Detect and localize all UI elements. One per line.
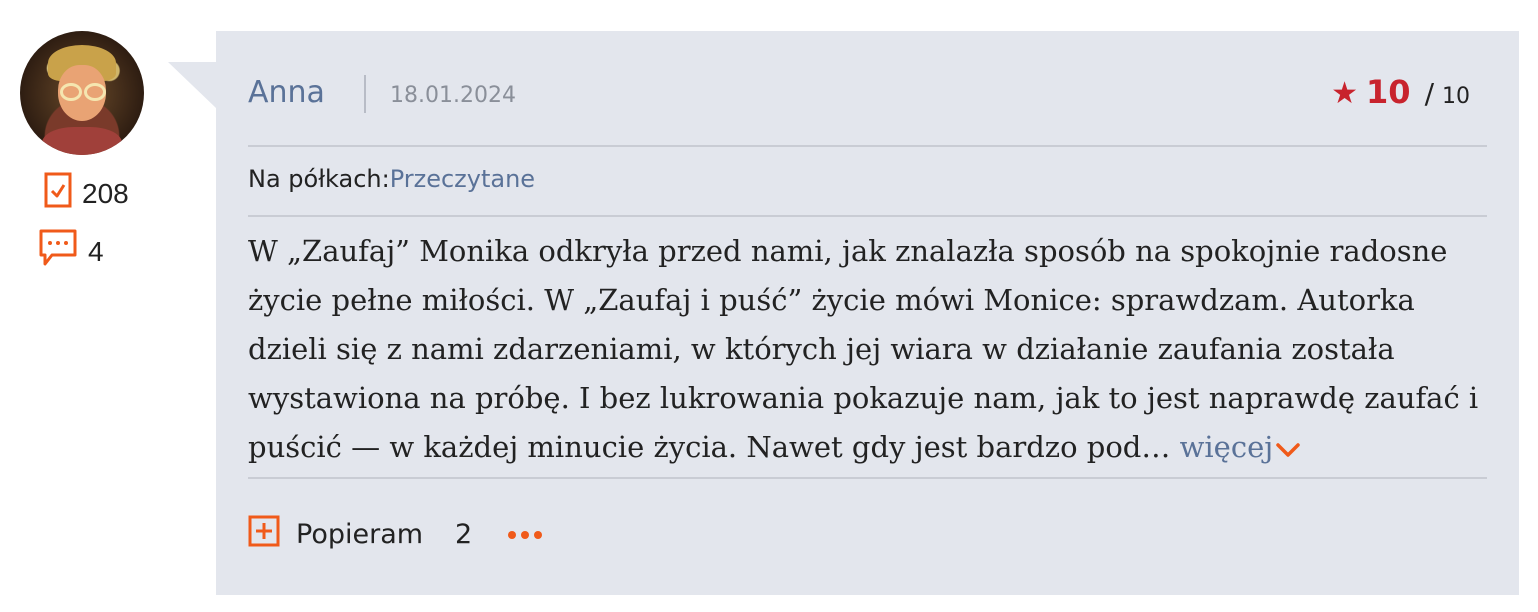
rating-max: 10 xyxy=(1442,84,1470,109)
plus-box-icon xyxy=(248,515,280,554)
rating-separator: / xyxy=(1424,77,1434,110)
divider xyxy=(248,145,1487,147)
author-link[interactable]: Anna xyxy=(248,75,325,110)
review-date: 18.01.2024 xyxy=(390,83,516,108)
review-header: Anna 18.01.2024 ★ 10 / 10 xyxy=(248,71,1487,117)
comments-count: 4 xyxy=(88,235,104,267)
chevron-down-icon xyxy=(1275,425,1301,474)
avatar-shirt xyxy=(42,127,122,155)
books-count: 208 xyxy=(82,177,129,209)
divider xyxy=(248,215,1487,217)
checkbox-book-icon xyxy=(44,172,72,215)
header-divider xyxy=(364,75,366,113)
avatar[interactable] xyxy=(20,31,144,155)
user-books-stat[interactable]: 208 xyxy=(44,172,129,215)
review-card: Anna 18.01.2024 ★ 10 / 10 Na półkach:Prz… xyxy=(216,31,1519,595)
support-button[interactable]: Popieram xyxy=(248,515,423,554)
card-pointer xyxy=(168,62,216,108)
shelf-link[interactable]: Przeczytane xyxy=(390,165,535,193)
dot xyxy=(534,530,543,539)
rating: ★ 10 / 10 xyxy=(1331,73,1470,111)
shelves-label: Na półkach: xyxy=(248,165,390,193)
user-comments-stat[interactable]: 4 xyxy=(38,228,104,275)
shelves: Na półkach:Przeczytane xyxy=(248,165,535,193)
rating-value: 10 xyxy=(1366,73,1411,111)
dot xyxy=(521,530,530,539)
avatar-glasses-left xyxy=(60,83,82,101)
support-count: 2 xyxy=(455,519,473,550)
avatar-glasses-right xyxy=(84,83,106,101)
support-label: Popieram xyxy=(296,519,424,550)
review-text-block: W „Zaufaj” Monika odkryła przed nami, ja… xyxy=(248,227,1488,474)
more-label: więcej xyxy=(1179,430,1274,464)
review-actions: Popieram 2 xyxy=(248,515,543,554)
more-options-icon[interactable] xyxy=(508,530,543,539)
divider xyxy=(248,477,1487,479)
more-link[interactable]: więcej xyxy=(1180,430,1302,464)
comment-bubble-icon xyxy=(38,228,78,275)
dot xyxy=(508,530,517,539)
star-icon: ★ xyxy=(1331,76,1359,111)
